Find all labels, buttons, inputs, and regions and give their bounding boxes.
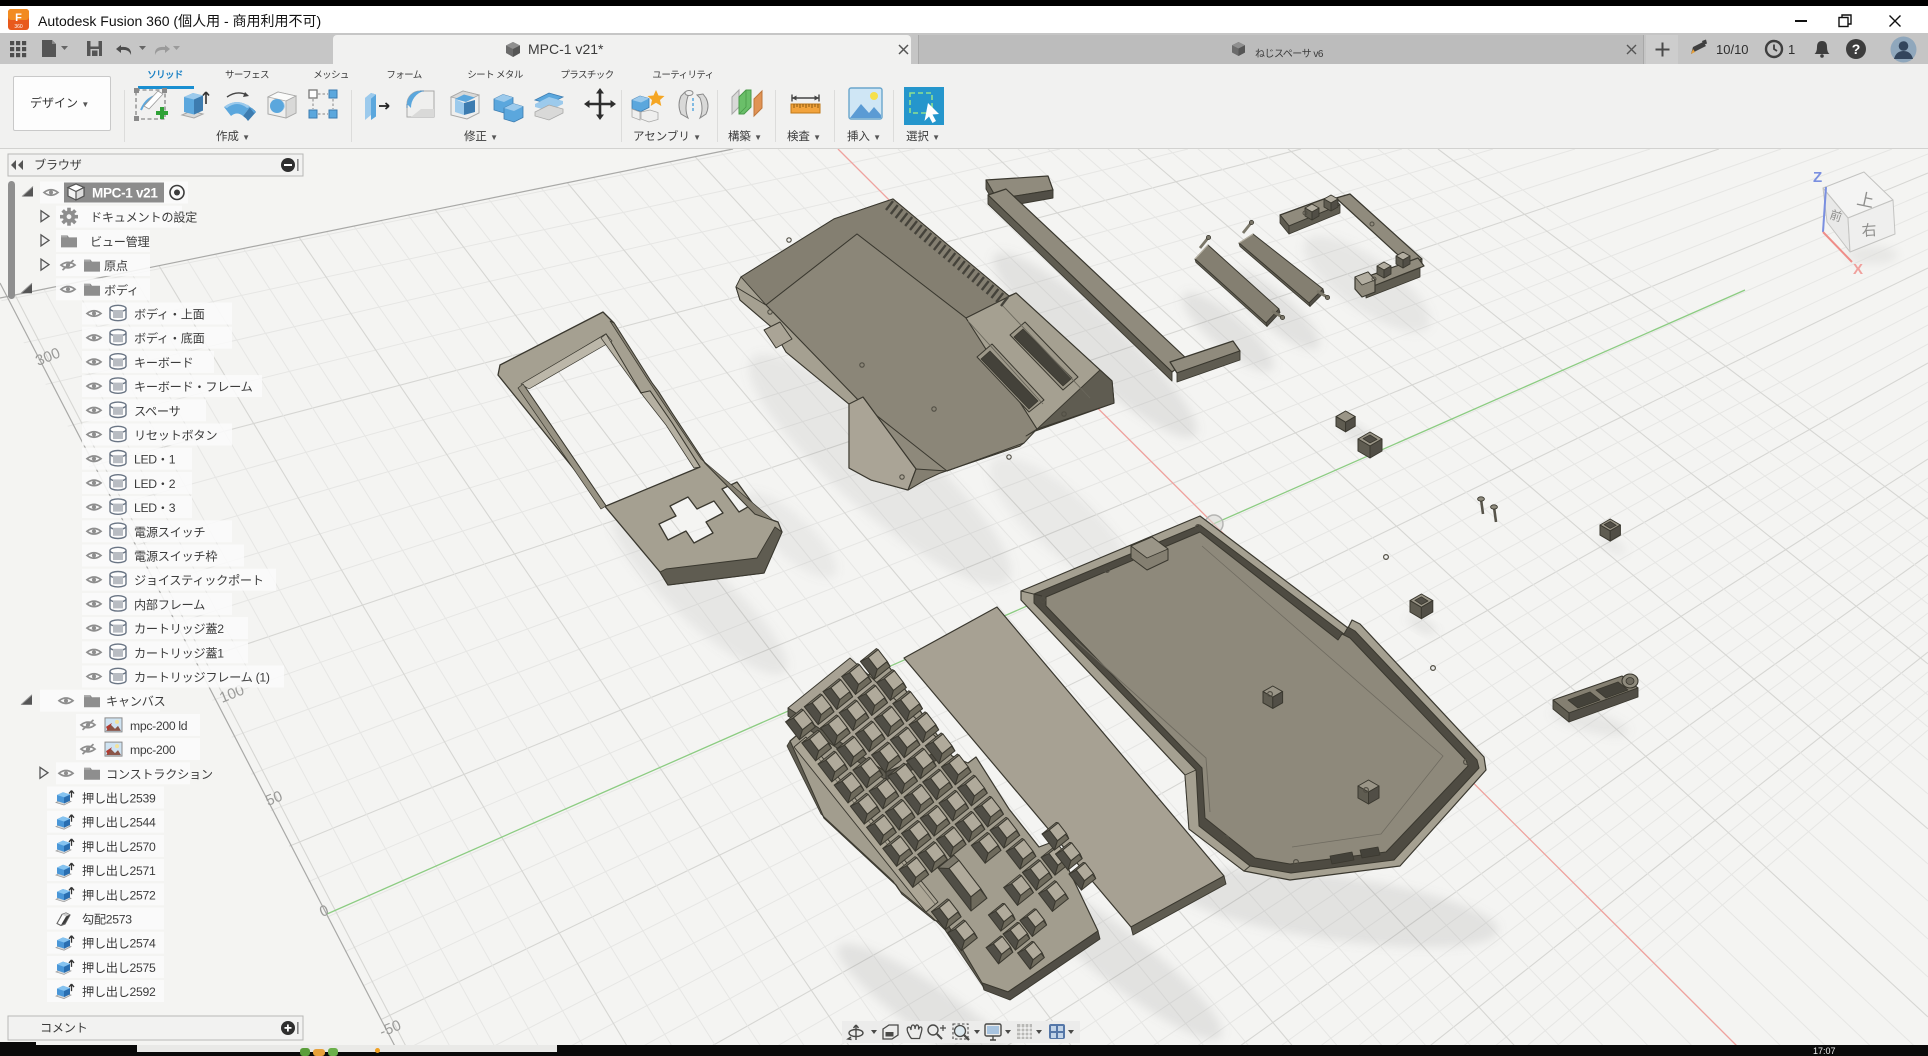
svg-text:電源スイッチ枠: 電源スイッチ枠 (134, 550, 217, 564)
svg-text:内部フレーム: 内部フレーム (134, 597, 205, 612)
svg-text:カートリッジ蓋2: カートリッジ蓋2 (134, 622, 224, 636)
svg-text:LED・1: LED・1 (134, 453, 176, 467)
svg-text:F: F (15, 12, 22, 24)
svg-text:ボディ: ボディ (104, 282, 139, 297)
svg-text:360: 360 (14, 24, 23, 30)
svg-text:ボディ・底面: ボディ・底面 (134, 331, 205, 346)
svg-text:押し出し2575: 押し出し2575 (82, 961, 156, 975)
svg-text:MPC-1 v21: MPC-1 v21 (92, 186, 158, 201)
svg-text:押し出し2574: 押し出し2574 (82, 937, 156, 951)
svg-text:電源スイッチ: 電源スイッチ (134, 525, 205, 539)
svg-text:押し出し2544: 押し出し2544 (82, 816, 156, 830)
svg-text:ビュー管理: ビュー管理 (90, 234, 150, 249)
svg-text:ドキュメントの設定: ドキュメントの設定 (90, 210, 197, 225)
svg-text:キーボード・フレーム: キーボード・フレーム (134, 380, 253, 394)
svg-text:mpc-200 ld: mpc-200 ld (130, 719, 187, 733)
svg-text:コンストラクション: コンストラクション (106, 767, 213, 781)
svg-text:キャンバス: キャンバス (106, 695, 165, 709)
svg-text:mpc-200: mpc-200 (130, 743, 176, 757)
svg-text:LED・3: LED・3 (134, 501, 176, 515)
svg-text:リセットボタン: リセットボタン (134, 429, 217, 443)
svg-text:ボディ・上面: ボディ・上面 (134, 307, 205, 322)
svg-text:LED・2: LED・2 (134, 477, 176, 491)
svg-text:キーボード: キーボード (134, 356, 193, 370)
svg-text:押し出し2572: 押し出し2572 (82, 888, 156, 902)
svg-text:原点: 原点 (104, 259, 128, 273)
svg-text:X: X (1853, 261, 1863, 278)
svg-text:勾配2573: 勾配2573 (82, 913, 132, 927)
svg-text:スペーサ: スペーサ (134, 404, 181, 418)
svg-text:コメント: コメント (40, 1021, 88, 1035)
svg-text:Z: Z (1813, 169, 1822, 186)
svg-text:押し出し2570: 押し出し2570 (82, 840, 156, 854)
svg-text:ブラウザ: ブラウザ (34, 157, 82, 172)
svg-text:押し出し2592: 押し出し2592 (82, 985, 156, 999)
svg-text:右: 右 (1861, 222, 1877, 240)
svg-text:押し出し2539: 押し出し2539 (82, 792, 156, 806)
svg-text:ジョイスティックポート: ジョイスティックポート (134, 574, 264, 588)
svg-text:押し出し2571: 押し出し2571 (82, 864, 156, 878)
svg-text:?: ? (1852, 41, 1861, 57)
svg-text:カートリッジ蓋1: カートリッジ蓋1 (134, 646, 224, 660)
svg-text:カートリッジフレーム (1): カートリッジフレーム (1) (134, 671, 270, 685)
